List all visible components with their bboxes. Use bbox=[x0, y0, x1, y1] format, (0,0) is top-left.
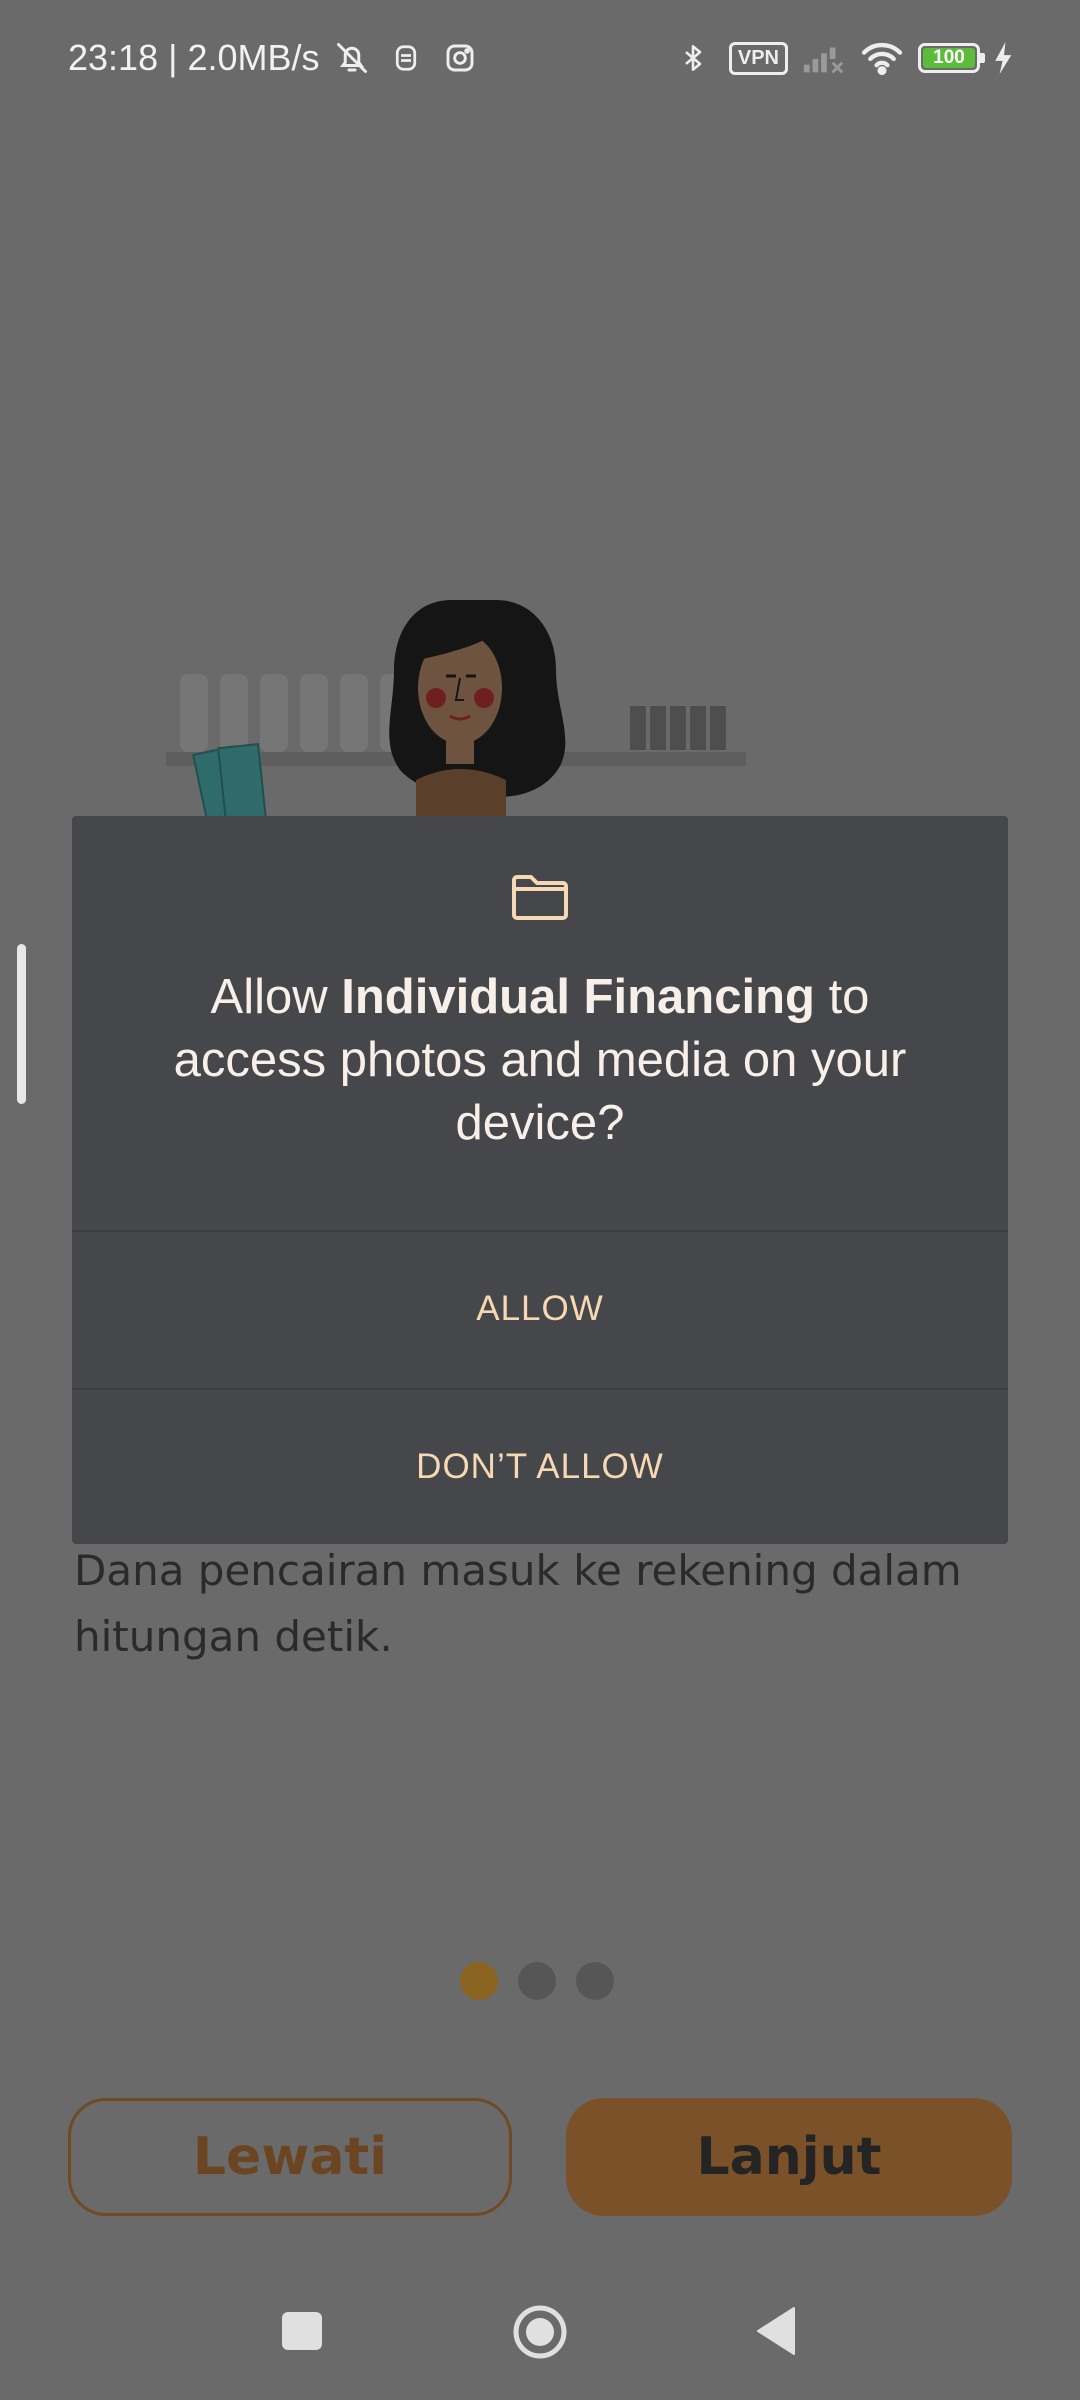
dialog-title-prefix: Allow bbox=[210, 970, 342, 1024]
wifi-icon bbox=[860, 36, 904, 80]
onboarding-illustration bbox=[160, 590, 760, 825]
recent-apps-icon[interactable] bbox=[282, 2312, 322, 2350]
dialog-title: Allow Individual Financing to access pho… bbox=[132, 966, 948, 1155]
vpn-key-icon bbox=[384, 36, 428, 80]
next-button[interactable]: Lanjut bbox=[566, 2098, 1012, 2216]
permission-dialog: Allow Individual Financing to access pho… bbox=[72, 816, 1008, 1544]
home-icon[interactable] bbox=[512, 2304, 568, 2360]
dialog-app-name: Individual Financing bbox=[341, 970, 815, 1024]
status-bar: 23:18 | 2.0MB/s VPN 100 bbox=[0, 0, 1080, 120]
allow-button[interactable]: ALLOW bbox=[72, 1232, 1008, 1386]
bell-off-icon bbox=[330, 36, 374, 80]
scrollbar bbox=[17, 944, 26, 1104]
status-right: VPN 100 bbox=[671, 36, 1014, 80]
folder-icon bbox=[510, 872, 570, 922]
page-indicator bbox=[460, 1962, 614, 2000]
instagram-icon bbox=[438, 36, 482, 80]
status-time: 23:18 | 2.0MB/s bbox=[68, 37, 320, 78]
navigation-bar bbox=[0, 2260, 1080, 2400]
deny-button[interactable]: DON’T ALLOW bbox=[72, 1390, 1008, 1544]
battery-level: 100 bbox=[923, 48, 975, 68]
page-dot bbox=[518, 1962, 556, 2000]
skip-button[interactable]: Lewati bbox=[68, 2098, 512, 2216]
battery-icon: 100 bbox=[918, 43, 985, 73]
charging-icon bbox=[994, 36, 1014, 80]
vpn-badge: VPN bbox=[728, 41, 788, 75]
onboarding-description: Dana pencairan masuk ke rekening dalam h… bbox=[74, 1546, 962, 1661]
status-left: 23:18 | 2.0MB/s bbox=[68, 36, 482, 80]
page-dot-active bbox=[460, 1962, 498, 2000]
bluetooth-icon bbox=[671, 36, 715, 80]
page-dot bbox=[576, 1962, 614, 2000]
back-icon[interactable] bbox=[756, 2306, 796, 2356]
signal-icon bbox=[802, 36, 846, 80]
